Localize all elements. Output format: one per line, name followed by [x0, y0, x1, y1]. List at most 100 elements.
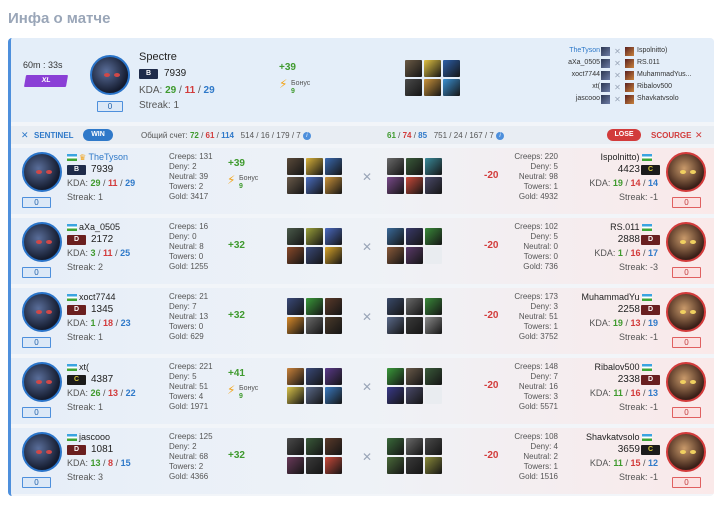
- item-slot[interactable]: [387, 247, 404, 264]
- item-slot[interactable]: [443, 60, 460, 77]
- item-slot[interactable]: [287, 387, 304, 404]
- item-slot[interactable]: [405, 60, 422, 77]
- player-hero-portrait[interactable]: [666, 292, 706, 332]
- hero-portrait[interactable]: [90, 55, 130, 95]
- player-name[interactable]: xoct7744: [67, 292, 116, 302]
- item-slot[interactable]: [406, 368, 423, 385]
- item-slot[interactable]: [287, 177, 304, 194]
- item-slot[interactable]: [424, 79, 441, 96]
- item-slot[interactable]: [387, 228, 404, 245]
- matchup-left-name[interactable]: xt(: [592, 83, 600, 90]
- item-slot[interactable]: [387, 158, 404, 175]
- item-slot[interactable]: [387, 438, 404, 455]
- item-slot[interactable]: [325, 298, 342, 315]
- item-slot[interactable]: [406, 387, 423, 404]
- item-slot[interactable]: [406, 228, 423, 245]
- item-slot[interactable]: [306, 317, 323, 334]
- player-name[interactable]: jascooo: [67, 432, 110, 442]
- item-slot[interactable]: [325, 457, 342, 474]
- item-slot[interactable]: [306, 438, 323, 455]
- item-slot[interactable]: [425, 457, 442, 474]
- item-slot[interactable]: [325, 438, 342, 455]
- item-slot[interactable]: [325, 177, 342, 194]
- player-hero-portrait[interactable]: [22, 362, 62, 402]
- player-hero-portrait[interactable]: [666, 362, 706, 402]
- item-slot[interactable]: [387, 298, 404, 315]
- item-slot[interactable]: [406, 158, 423, 175]
- item-slot[interactable]: [424, 60, 441, 77]
- item-slot[interactable]: [406, 317, 423, 334]
- info-icon[interactable]: i: [496, 131, 505, 140]
- player-name[interactable]: MuhammadYu: [581, 292, 654, 302]
- matchup-left-name[interactable]: xoct7744: [572, 71, 600, 78]
- item-slot[interactable]: [425, 387, 442, 404]
- player-hero-portrait[interactable]: [22, 152, 62, 192]
- player-name[interactable]: Ispolnitto): [600, 152, 654, 162]
- item-slot[interactable]: [425, 158, 442, 175]
- item-slot[interactable]: [425, 228, 442, 245]
- item-slot[interactable]: [306, 457, 323, 474]
- player-name[interactable]: aXa_0505: [67, 222, 120, 232]
- item-slot[interactable]: [325, 247, 342, 264]
- player-name[interactable]: ♛ TheTyson: [67, 152, 128, 162]
- item-slot[interactable]: [406, 177, 423, 194]
- item-slot[interactable]: [306, 247, 323, 264]
- item-slot[interactable]: [406, 298, 423, 315]
- item-slot[interactable]: [425, 368, 442, 385]
- matchup-right-name[interactable]: Ispolnitto): [637, 47, 667, 54]
- item-slot[interactable]: [306, 158, 323, 175]
- item-slot[interactable]: [325, 228, 342, 245]
- item-slot[interactable]: [425, 247, 442, 264]
- item-slot[interactable]: [387, 387, 404, 404]
- item-slot[interactable]: [425, 177, 442, 194]
- player-name[interactable]: xt(: [67, 362, 89, 372]
- matchup-right-name[interactable]: Ribalov500: [637, 83, 672, 90]
- player-hero-portrait[interactable]: [22, 292, 62, 332]
- player-name[interactable]: Shavkatvsolo: [586, 432, 654, 442]
- item-slot[interactable]: [425, 438, 442, 455]
- item-slot[interactable]: [406, 457, 423, 474]
- item-slot[interactable]: [306, 228, 323, 245]
- item-slot[interactable]: [387, 457, 404, 474]
- rank-badge: C: [67, 375, 86, 385]
- item-slot[interactable]: [287, 298, 304, 315]
- item-slot[interactable]: [287, 228, 304, 245]
- item-slot[interactable]: [325, 387, 342, 404]
- item-slot[interactable]: [287, 368, 304, 385]
- item-slot[interactable]: [406, 247, 423, 264]
- item-slot[interactable]: [425, 298, 442, 315]
- item-slot[interactable]: [306, 368, 323, 385]
- item-slot[interactable]: [306, 177, 323, 194]
- player-name[interactable]: RS.011: [610, 222, 654, 232]
- item-slot[interactable]: [387, 368, 404, 385]
- matchup-right-name[interactable]: Shavkatvsolo: [637, 95, 679, 102]
- player-name[interactable]: Ribalov500: [594, 362, 654, 372]
- item-slot[interactable]: [425, 317, 442, 334]
- item-slot[interactable]: [405, 79, 422, 96]
- matchup-left-name[interactable]: aXa_0505: [568, 59, 600, 66]
- item-slot[interactable]: [387, 177, 404, 194]
- item-slot[interactable]: [325, 317, 342, 334]
- player-hero-portrait[interactable]: [666, 432, 706, 472]
- item-slot[interactable]: [287, 457, 304, 474]
- player-hero-portrait[interactable]: [22, 432, 62, 472]
- matchup-right-name[interactable]: RS.011: [637, 59, 660, 66]
- item-slot[interactable]: [306, 298, 323, 315]
- item-slot[interactable]: [387, 317, 404, 334]
- item-slot[interactable]: [287, 247, 304, 264]
- info-icon[interactable]: i: [302, 131, 311, 140]
- matchup-right-name[interactable]: MuhammadYus...: [637, 71, 691, 78]
- matchup-left-name[interactable]: jascooo: [576, 95, 600, 102]
- item-slot[interactable]: [325, 158, 342, 175]
- player-hero-portrait[interactable]: [666, 222, 706, 262]
- item-slot[interactable]: [287, 158, 304, 175]
- matchup-left-name[interactable]: TheTyson: [569, 47, 600, 54]
- player-hero-portrait[interactable]: [666, 152, 706, 192]
- item-slot[interactable]: [287, 438, 304, 455]
- item-slot[interactable]: [287, 317, 304, 334]
- item-slot[interactable]: [443, 79, 460, 96]
- item-slot[interactable]: [406, 438, 423, 455]
- item-slot[interactable]: [306, 387, 323, 404]
- item-slot[interactable]: [325, 368, 342, 385]
- player-hero-portrait[interactable]: [22, 222, 62, 262]
